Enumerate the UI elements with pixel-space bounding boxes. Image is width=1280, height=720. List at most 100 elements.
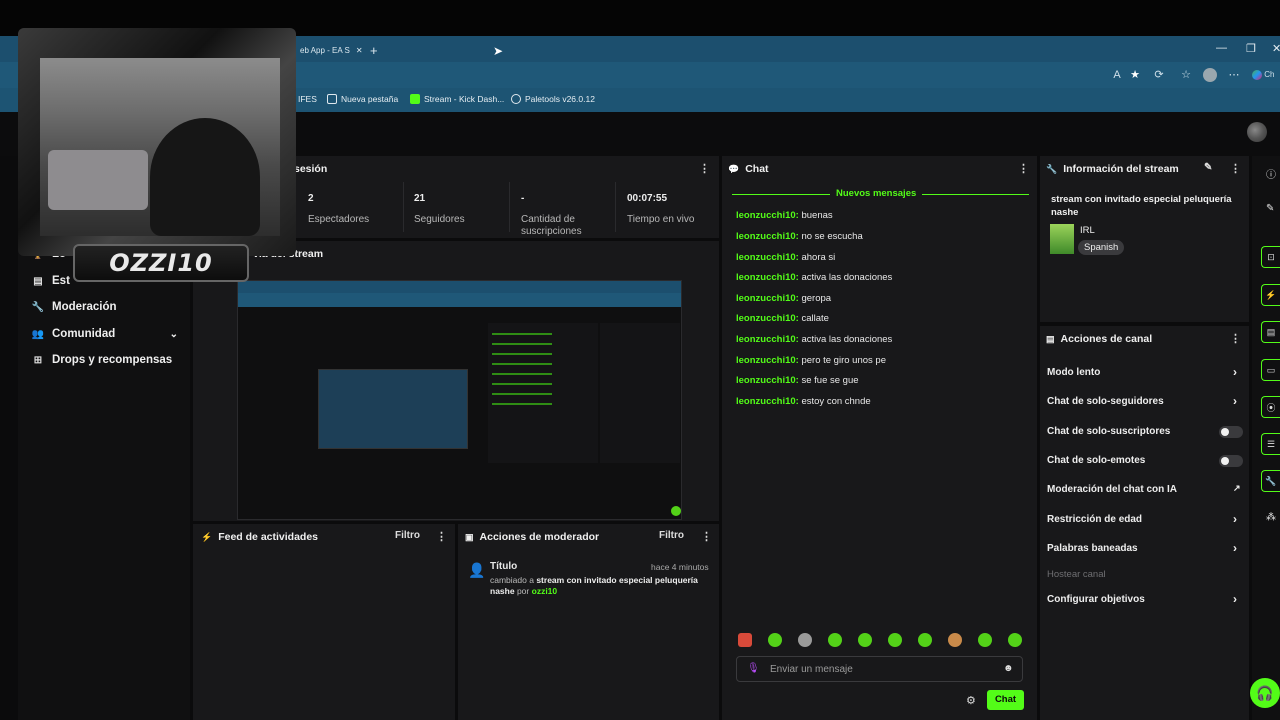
divider: [509, 182, 510, 232]
sidebar-item-comunidad[interactable]: 👥 Comunidad ⌄: [32, 328, 178, 340]
external-link-icon[interactable]: ↗: [1233, 483, 1241, 494]
chat-message: leonzucchi10: se fue se gue: [736, 375, 859, 386]
pencil-icon[interactable]: ✎: [1266, 203, 1274, 214]
chevron-down-icon: ⌄: [169, 328, 178, 340]
emote-icon[interactable]: [798, 633, 812, 647]
category-thumbnail[interactable]: [1050, 224, 1074, 254]
action-modo-lento[interactable]: Modo lento: [1047, 367, 1100, 378]
microphone-icon[interactable]: 🎙: [747, 663, 760, 674]
action-restriccion-edad[interactable]: Restricción de edad: [1047, 514, 1142, 525]
shield-icon: ▣: [465, 531, 474, 542]
rail-icon-wrench[interactable]: 🔧: [1261, 470, 1280, 492]
mod-filter-button[interactable]: Filtro: [659, 530, 684, 541]
rail-icon-scan[interactable]: ⊡: [1261, 246, 1280, 268]
support-headset-icon[interactable]: 🎧: [1250, 678, 1280, 708]
chat-message: leonzucchi10: callate: [736, 313, 829, 324]
chat-message: leonzucchi10: estoy con chnde: [736, 396, 871, 407]
bookmark-nueva-pestana[interactable]: Nueva pestaña: [327, 94, 398, 104]
emoji-icon[interactable]: ☻: [1003, 663, 1014, 674]
minimize-icon[interactable]: —: [1216, 42, 1227, 54]
toggle-solo-suscriptores[interactable]: [1219, 426, 1243, 438]
user-edit-icon: 👤: [468, 562, 486, 578]
chevron-right-icon[interactable]: ›: [1233, 512, 1237, 526]
new-tab-button[interactable]: +: [370, 40, 378, 60]
emote-icon[interactable]: [948, 633, 962, 647]
emote-icon[interactable]: [858, 633, 872, 647]
preview-browser-bar: [238, 281, 681, 293]
toggle-solo-emotes[interactable]: [1219, 455, 1243, 467]
sidebar-item-moderacion[interactable]: 🔧 Moderación: [32, 301, 117, 313]
stat-followers-value: 21: [414, 193, 426, 204]
restore-icon[interactable]: ❐: [1246, 42, 1256, 55]
chat-settings-icon[interactable]: ⚙: [966, 694, 976, 707]
copilot-button[interactable]: Ch: [1252, 68, 1280, 82]
stat-subs-label: Cantidad de suscripciones: [521, 214, 582, 237]
action-palabras-baneadas[interactable]: Palabras baneadas: [1047, 543, 1138, 554]
chevron-right-icon[interactable]: ›: [1233, 394, 1237, 408]
chat-menu-icon[interactable]: ⋮: [1018, 162, 1029, 175]
more-icon[interactable]: ⁂: [1266, 512, 1276, 523]
rail-icon-bolt[interactable]: ⚡: [1261, 284, 1280, 306]
mod-entry-detail: cambiado a stream con invitado especial …: [490, 575, 698, 596]
preview-bookmarks: [238, 293, 681, 307]
rail-icon-chat[interactable]: ▭: [1261, 359, 1280, 381]
emote-icon[interactable]: [978, 633, 992, 647]
bookmark-kick-dashboard[interactable]: Stream - Kick Dash...: [410, 94, 504, 104]
close-window-icon[interactable]: ✕: [1272, 42, 1280, 55]
people-icon: 👥: [31, 328, 45, 340]
chevron-right-icon[interactable]: ›: [1233, 541, 1237, 555]
favorites-icon[interactable]: ☆: [1179, 68, 1193, 82]
star-icon[interactable]: ★: [1128, 68, 1142, 82]
mod-entry-time: hace 4 minutos: [651, 562, 709, 572]
browser-tab[interactable]: eb App - EA S ✕: [300, 40, 363, 60]
action-moderacion-ia[interactable]: Moderación del chat con IA: [1047, 484, 1177, 495]
chevron-right-icon[interactable]: ›: [1233, 365, 1237, 379]
sidebar-item-drops[interactable]: ⊞ Drops y recompensas: [32, 354, 172, 366]
chat-bubble-icon: 💬: [728, 163, 740, 174]
info-icon[interactable]: ⓘ: [1266, 166, 1276, 181]
rail-icon-list[interactable]: ☰: [1261, 433, 1280, 455]
profile-avatar[interactable]: [1203, 68, 1217, 82]
bookmark-paletools[interactable]: Paletools v26.0.12: [511, 94, 595, 104]
mod-menu-icon[interactable]: ⋮: [701, 530, 712, 543]
stream-preview-video[interactable]: [237, 280, 682, 520]
read-aloud-icon[interactable]: A: [1110, 68, 1124, 82]
activity-feed-panel: ⚡ Feed de actividades Filtro ⋮: [193, 524, 455, 720]
chat-message: leonzucchi10: ahora si: [736, 252, 836, 263]
stat-viewers-value: 2: [308, 193, 314, 204]
bookmark-ifes[interactable]: IFES: [298, 94, 317, 104]
webcam-nameplate: OZZI10: [73, 244, 249, 282]
emote-icon[interactable]: [738, 633, 752, 647]
emote-icon[interactable]: [1008, 633, 1022, 647]
emote-icon[interactable]: [768, 633, 782, 647]
preview-chat: [488, 323, 598, 463]
channel-actions-menu-icon[interactable]: ⋮: [1230, 332, 1241, 345]
channel-actions-header: ▤ Acciones de canal: [1046, 333, 1153, 345]
emote-icon[interactable]: [918, 633, 932, 647]
category-name[interactable]: IRL: [1080, 225, 1095, 236]
emote-icon[interactable]: [888, 633, 902, 647]
activity-menu-icon[interactable]: ⋮: [436, 530, 447, 543]
stat-subs-value: -: [521, 193, 525, 204]
chat-input-placeholder: Enviar un mensaje: [770, 664, 853, 675]
action-solo-seguidores[interactable]: Chat de solo-seguidores: [1047, 396, 1164, 407]
user-avatar[interactable]: [1247, 122, 1267, 142]
chevron-right-icon[interactable]: ›: [1233, 592, 1237, 606]
sidebar-item-estadisticas[interactable]: ▤ Est: [32, 275, 70, 287]
extensions-icon[interactable]: ⟳: [1152, 68, 1166, 82]
edit-icon[interactable]: ✎: [1204, 162, 1212, 173]
bolt-icon: ⚡: [201, 531, 213, 542]
rail-icon-broadcast[interactable]: ⦿: [1261, 396, 1280, 418]
more-options-icon[interactable]: ⋯: [1227, 68, 1241, 82]
close-tab-icon[interactable]: ✕: [356, 46, 363, 55]
chat-send-button[interactable]: Chat: [987, 690, 1024, 710]
chat-message: leonzucchi10: no se escucha: [736, 231, 863, 242]
rail-icon-doc[interactable]: ▤: [1261, 321, 1280, 343]
action-configurar-objetivos[interactable]: Configurar objetivos: [1047, 594, 1145, 605]
activity-filter-button[interactable]: Filtro: [395, 530, 420, 541]
chat-input[interactable]: 🎙 Enviar un mensaje ☻: [736, 656, 1023, 682]
emote-icon[interactable]: [828, 633, 842, 647]
stream-info-header: 🔧 Información del stream: [1046, 163, 1179, 175]
session-menu-icon[interactable]: ⋮: [699, 162, 710, 175]
stream-info-menu-icon[interactable]: ⋮: [1230, 162, 1241, 175]
